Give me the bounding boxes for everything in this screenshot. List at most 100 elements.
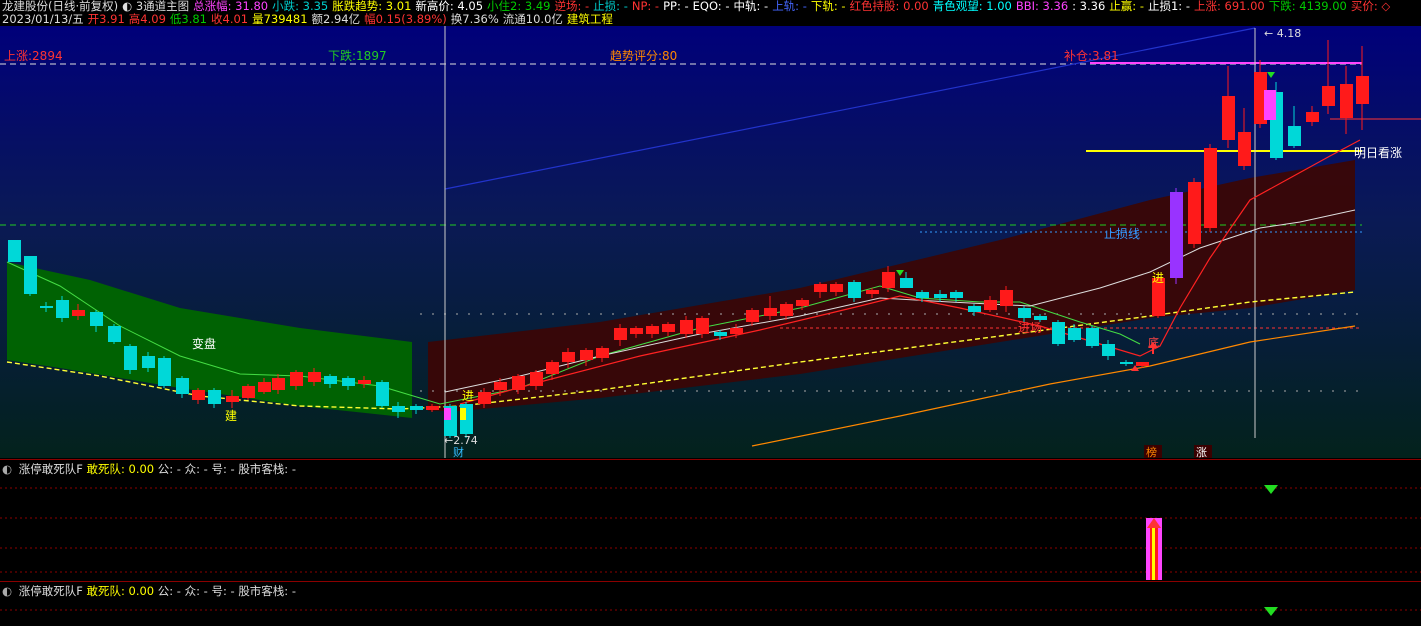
candle[interactable] <box>272 378 285 390</box>
candle[interactable] <box>646 326 659 334</box>
candle[interactable] <box>680 320 693 334</box>
sub-panel-1-title[interactable]: 涨停敢死队F <box>19 462 83 476</box>
indicator-item-10: PP: - <box>663 0 689 13</box>
candle[interactable] <box>1170 192 1183 278</box>
candle[interactable] <box>866 290 879 294</box>
candle[interactable] <box>934 294 947 298</box>
candle[interactable] <box>1222 96 1235 140</box>
enter-label-2: 进 <box>1152 271 1164 285</box>
candle[interactable] <box>208 390 221 404</box>
sub-indicator-panel-2[interactable]: ◐ 涨停敢死队F 敢死队: 0.00 公: - 众: - 号: - 股市客栈: … <box>0 581 1421 626</box>
indicator-item-1: ◐ 3通道主图 <box>122 0 190 13</box>
candle[interactable] <box>796 300 809 306</box>
indicator-item-4: 胀跌趋势: 3.01 <box>332 0 412 13</box>
candle[interactable] <box>1136 362 1149 366</box>
candle[interactable] <box>848 282 861 298</box>
sub-indicator-panel-1[interactable]: ◐ 涨停敢死队F 敢死队: 0.00 公: - 众: - 号: - 股市客栈: … <box>0 459 1421 581</box>
candle[interactable] <box>226 396 239 402</box>
indicator-item-13: 上轨: - <box>772 0 807 13</box>
candle[interactable] <box>900 278 913 288</box>
candle[interactable] <box>1322 86 1335 106</box>
candle[interactable] <box>780 304 793 316</box>
collapse-icon[interactable]: ◐ <box>2 584 12 598</box>
candle[interactable] <box>40 306 53 308</box>
candle[interactable] <box>580 350 593 360</box>
main-chart-panel[interactable]: 上涨:2894 下跌:1897 趋势评分:80 补仓:3.81 ← 4.18 明日看涨 止损… <box>0 26 1421 458</box>
indicator-item-22: 下跌: 4139.00 <box>1268 0 1347 13</box>
candle-highlight <box>444 408 451 420</box>
indicator-item-23: 买价: ◇ <box>1350 0 1391 13</box>
candle[interactable] <box>950 292 963 298</box>
candle[interactable] <box>630 328 643 334</box>
candle[interactable] <box>124 346 137 370</box>
candle[interactable] <box>746 310 759 322</box>
candle[interactable] <box>192 390 205 400</box>
candle[interactable] <box>1102 344 1115 356</box>
candle[interactable] <box>1288 126 1301 146</box>
candle[interactable] <box>830 284 843 292</box>
quote-item-4: 收4.01 <box>211 13 249 26</box>
candle[interactable] <box>392 406 405 412</box>
candle[interactable] <box>882 272 895 288</box>
candle[interactable] <box>714 332 727 336</box>
candle[interactable] <box>290 372 303 386</box>
sub-panel-2-title[interactable]: 涨停敢死队F <box>19 584 83 598</box>
candle[interactable] <box>730 328 743 334</box>
candle[interactable] <box>546 362 559 374</box>
candle[interactable] <box>1018 308 1031 318</box>
candle[interactable] <box>242 386 255 398</box>
candle[interactable] <box>1086 328 1099 346</box>
candle[interactable] <box>596 348 609 358</box>
candle[interactable] <box>662 324 675 332</box>
indicator-item-8: 止损: - <box>593 0 628 13</box>
quote-item-5: 量739481 <box>252 13 308 26</box>
indicator-item-18: : 3.36 <box>1072 0 1106 13</box>
candle[interactable] <box>814 284 827 292</box>
collapse-icon[interactable]: ◐ <box>2 462 12 476</box>
candle[interactable] <box>530 372 543 386</box>
candle[interactable] <box>90 312 103 326</box>
candle[interactable] <box>376 382 389 406</box>
candle[interactable] <box>176 378 189 394</box>
candle[interactable] <box>1204 148 1217 228</box>
candle[interactable] <box>1340 84 1353 118</box>
candle[interactable] <box>916 292 929 298</box>
candle[interactable] <box>562 352 575 362</box>
quote-item-6: 额2.94亿 <box>311 13 361 26</box>
quote-item-9: 流通10.0亿 <box>502 13 563 26</box>
candle[interactable] <box>72 310 85 316</box>
candle[interactable] <box>1306 112 1319 122</box>
candle[interactable] <box>56 300 69 318</box>
candle[interactable] <box>410 406 423 410</box>
candle[interactable] <box>308 372 321 382</box>
candle[interactable] <box>1052 322 1065 344</box>
candle[interactable] <box>614 328 627 340</box>
candle[interactable] <box>494 382 507 390</box>
candle[interactable] <box>108 326 121 342</box>
candle[interactable] <box>512 376 525 390</box>
candle[interactable] <box>764 308 777 316</box>
candle[interactable] <box>158 358 171 386</box>
candle[interactable] <box>1000 290 1013 306</box>
candle[interactable] <box>426 406 439 410</box>
candle[interactable] <box>8 240 21 262</box>
candle[interactable] <box>142 356 155 368</box>
candle[interactable] <box>696 318 709 334</box>
candle[interactable] <box>1238 132 1251 166</box>
candle[interactable] <box>1120 362 1133 364</box>
candle[interactable] <box>1068 328 1081 340</box>
quote-line: 2023/01/13/五 开3.91 高4.09 低3.81 收4.01 量739481 额… <box>2 13 1419 26</box>
candle[interactable] <box>984 300 997 310</box>
candle[interactable] <box>324 376 337 384</box>
candle[interactable] <box>1188 182 1201 244</box>
candlestick-chart[interactable]: 上涨:2894 下跌:1897 趋势评分:80 补仓:3.81 ← 4.18 明日看涨止损… <box>0 26 1421 458</box>
indicator-item-16: 青色观望: 1.00 <box>932 0 1012 13</box>
candle[interactable] <box>358 380 371 384</box>
candle[interactable] <box>342 378 355 386</box>
candle[interactable] <box>1356 76 1369 104</box>
candle[interactable] <box>478 392 491 404</box>
candle[interactable] <box>1034 316 1047 320</box>
candle[interactable] <box>258 382 271 392</box>
candle[interactable] <box>968 306 981 312</box>
candle[interactable] <box>24 256 37 294</box>
